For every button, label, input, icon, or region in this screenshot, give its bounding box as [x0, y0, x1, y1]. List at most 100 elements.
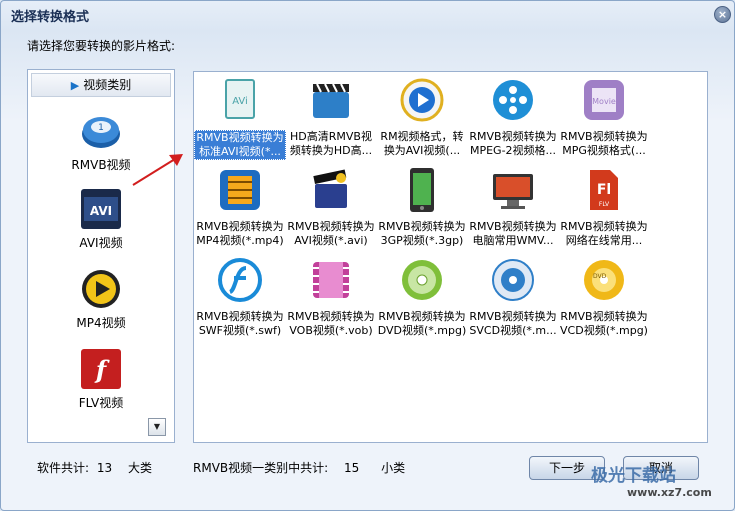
format-label-line1: RMVB视频转换为 [560, 220, 648, 233]
svg-text:Movie: Movie [592, 97, 616, 106]
scroll-down-button[interactable]: ▼ [148, 418, 166, 436]
format-label-line2: 电脑常用WMV... [472, 234, 554, 247]
format-label: RMVB视频转换为 MP4视频(*.mp4) [194, 220, 286, 248]
dialog-title: 选择转换格式 [11, 10, 90, 25]
sidebar-item-label: MP4视频 [76, 316, 126, 330]
flash-icon [216, 256, 264, 304]
rmvb-icon: 1 [80, 110, 122, 152]
format-label-line1: RMVB视频转换为 [469, 220, 557, 233]
play-triangle-icon: ▶ [70, 79, 80, 92]
format-label-line2: AVI视频(*.avi) [294, 234, 368, 247]
format-label-line2: DVD视频(*.mpg) [377, 324, 467, 337]
clapper-star-icon [307, 166, 355, 214]
format-item[interactable]: AVi RMVB视频转换为 标准AVI视频(*... [194, 76, 286, 160]
sidebar-item-mp4[interactable]: MP4视频 [28, 268, 174, 331]
format-label-line1: RMVB视频转换为 [378, 220, 466, 233]
format-label: HD高清RMVB视 频转换为HD高... [285, 130, 377, 158]
format-item[interactable]: RMVB视频转换为 3GP视频(*.3gp) [376, 166, 468, 248]
format-label: RMVB视频转换为 标准AVI视频(*... [194, 130, 286, 160]
disc-green-icon [398, 256, 446, 304]
avi-icon: AVI [80, 188, 122, 230]
format-label: RMVB视频转换为 VOB视频(*.vob) [285, 310, 377, 338]
format-label-line1: RM视频格式，转 [380, 130, 464, 143]
format-item[interactable]: HD高清RMVB视 频转换为HD高... [285, 76, 377, 158]
flv-icon: f [80, 348, 122, 390]
format-label-line1: RMVB视频转换为 [196, 131, 284, 144]
format-label-line1: RMVB视频转换为 [196, 310, 284, 323]
format-label: RMVB视频转换为 VCD视频(*.mpg) [558, 310, 650, 338]
format-label: RMVB视频转换为 3GP视频(*.3gp) [376, 220, 468, 248]
format-label: RMVB视频转换为 SWF视频(*.swf) [194, 310, 286, 338]
close-button[interactable]: × [714, 6, 731, 23]
format-item[interactable]: RMVB视频转换为 VOB视频(*.vob) [285, 256, 377, 338]
disc-blue-icon [489, 256, 537, 304]
format-prompt: 请选择您要转换的影片格式: [27, 39, 176, 53]
mp4-film-icon [216, 166, 264, 214]
software-total-value: 13 [96, 461, 113, 475]
format-item[interactable]: Movie RMVB视频转换为 MPG视频格式(... [558, 76, 650, 158]
sidebar-item-avi[interactable]: AVI AVI视频 [28, 188, 174, 251]
media-player-icon [398, 76, 446, 124]
format-label-line2: 换为AVI视频(... [383, 144, 461, 157]
subtotal-label: RMVB视频一类别中共计: [193, 461, 329, 475]
subtotal-value: 15 [344, 461, 360, 475]
format-label-line1: RMVB视频转换为 [469, 310, 557, 323]
format-label-line1: RMVB视频转换为 [196, 220, 284, 233]
format-item[interactable]: RMVB视频转换为 SWF视频(*.swf) [194, 256, 286, 338]
software-total-label: 软件共计: [37, 461, 90, 475]
watermark-logo: 极光下载站 www.xz7.com [591, 461, 712, 499]
format-item[interactable]: RMVB视频转换为 DVD视频(*.mpg) [376, 256, 468, 338]
red-arrow-annotation [132, 154, 183, 186]
watermark-url: www.xz7.com [627, 486, 712, 499]
format-item[interactable]: RMVB视频转换为 SVCD视频(*.m... [467, 256, 559, 338]
flv-doc-icon: Fl FLV [580, 166, 628, 214]
movie-icon: Movie [580, 76, 628, 124]
format-label-line2: VOB视频(*.vob) [289, 324, 373, 337]
format-label: RMVB视频转换为 AVI视频(*.avi) [285, 220, 377, 248]
category-unit: 大类 [127, 461, 152, 475]
svg-text:Fl: Fl [597, 182, 611, 198]
vob-film-icon [307, 256, 355, 304]
format-label: RMVB视频转换为 SVCD视频(*.m... [467, 310, 559, 338]
format-grid-panel: AVi RMVB视频转换为 标准AVI视频(*... HD高清RMVB视 频转换为HD高… [193, 71, 708, 443]
format-item[interactable]: DVD RMVB视频转换为 VCD视频(*.mpg) [558, 256, 650, 338]
phone-icon [398, 166, 446, 214]
svg-text:AVI: AVI [90, 204, 112, 218]
format-item[interactable]: RMVB视频转换为 MPEG-2视频格... [467, 76, 559, 158]
format-label: RMVB视频转换为 MPEG-2视频格... [467, 130, 559, 158]
format-label-line2: 标准AVI视频(*... [199, 145, 281, 158]
format-item[interactable]: RMVB视频转换为 电脑常用WMV... [467, 166, 559, 248]
format-item[interactable]: Fl FLV RMVB视频转换为 网络在线常用... [558, 166, 650, 248]
avi-doc-icon: AVi [216, 76, 264, 124]
clapper-icon [307, 76, 355, 124]
category-subtotal: RMVB视频一类别中共计: 15 小类 [193, 459, 405, 476]
format-label: RMVB视频转换为 MPG视频格式(... [558, 130, 650, 158]
category-header[interactable]: ▶ 视频类别 [31, 73, 171, 97]
subtotal-unit: 小类 [381, 461, 406, 475]
disc-yellow-icon: DVD [580, 256, 628, 304]
svg-text:AVi: AVi [232, 96, 248, 107]
software-total: 软件共计: 13 大类 [37, 459, 152, 476]
format-item[interactable]: RMVB视频转换为 MP4视频(*.mp4) [194, 166, 286, 248]
watermark-text: 极光下载站 [591, 466, 676, 486]
format-label-line2: VCD视频(*.mpg) [560, 324, 648, 337]
format-label-line1: RMVB视频转换为 [560, 130, 648, 143]
format-label-line2: 3GP视频(*.3gp) [380, 234, 464, 247]
monitor-icon [489, 166, 537, 214]
format-label-line2: MPEG-2视频格... [469, 144, 557, 157]
format-label-line2: 频转换为HD高... [289, 144, 373, 157]
format-label-line2: SVCD视频(*.m... [469, 324, 557, 337]
sidebar-item-flv[interactable]: f FLV视频 [28, 348, 174, 411]
format-label-line1: RMVB视频转换为 [378, 310, 466, 323]
format-item[interactable]: RM视频格式，转 换为AVI视频(... [376, 76, 468, 158]
format-label: RMVB视频转换为 网络在线常用... [558, 220, 650, 248]
format-label-line1: RMVB视频转换为 [287, 310, 375, 323]
format-label-line2: SWF视频(*.swf) [198, 324, 282, 337]
format-label: RMVB视频转换为 电脑常用WMV... [467, 220, 559, 248]
svg-text:FLV: FLV [599, 201, 610, 208]
svg-text:DVD: DVD [593, 273, 607, 280]
format-label-line2: MPG视频格式(... [562, 144, 646, 157]
format-item[interactable]: RMVB视频转换为 AVI视频(*.avi) [285, 166, 377, 248]
format-label-line2: 网络在线常用... [565, 234, 643, 247]
category-sidebar: ▶ 视频类别 1 RMVB视频 AVI AVI视频 MP4视频 f FLV视频 … [27, 69, 175, 443]
